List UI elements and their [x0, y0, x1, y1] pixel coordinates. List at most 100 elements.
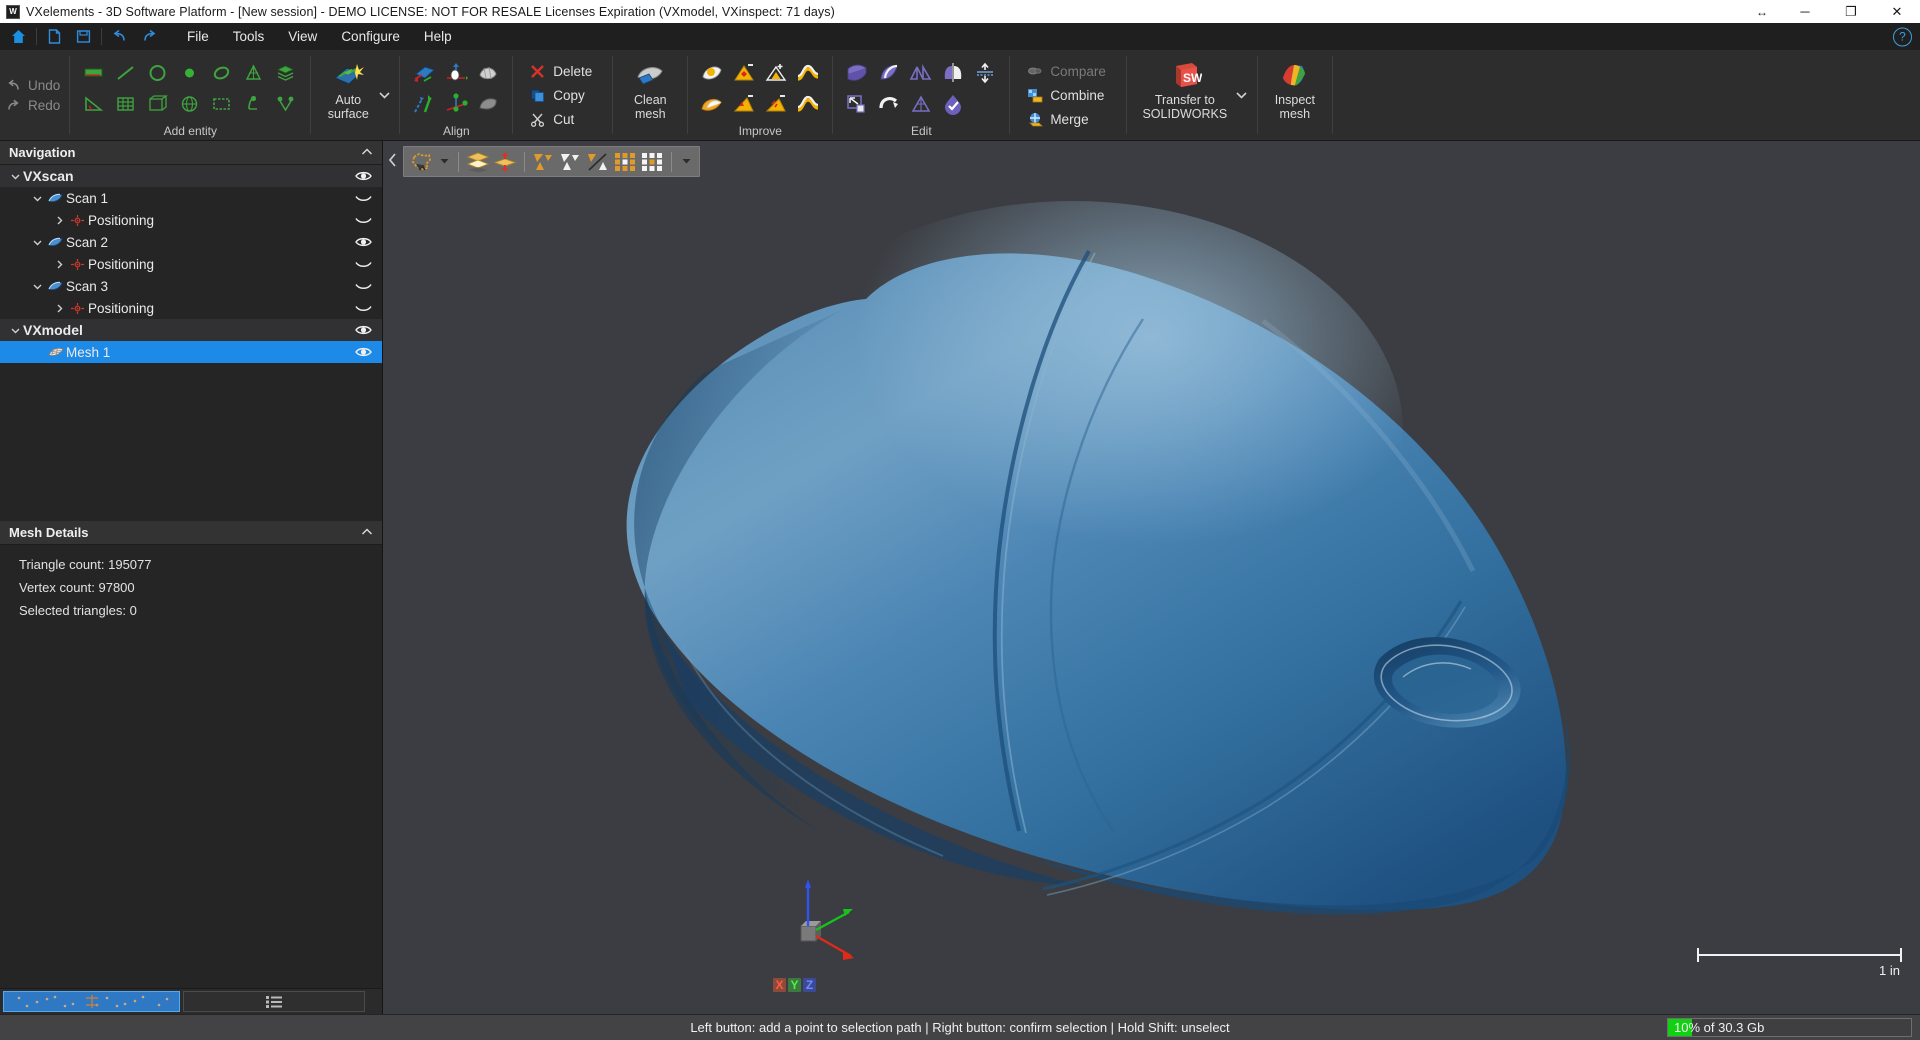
plane-entity-icon[interactable] — [78, 58, 110, 88]
preset-align-icon[interactable] — [472, 89, 504, 119]
tree-item-scan-1[interactable]: Scan 1 — [0, 187, 382, 209]
cone-entity-icon[interactable] — [238, 58, 270, 88]
interactive-align-icon[interactable] — [440, 58, 472, 88]
inspect-mesh-button[interactable]: Inspect mesh — [1266, 53, 1324, 137]
through-selection-button[interactable] — [492, 149, 518, 175]
eye-hidden-icon[interactable] — [352, 280, 374, 292]
close-button[interactable]: ✕ — [1874, 0, 1920, 23]
best-fit-align-icon[interactable] — [408, 58, 440, 88]
navigation-tree[interactable]: VXscanScan 1PositioningScan 2Positioning… — [0, 165, 382, 521]
mirror-icon[interactable] — [937, 58, 969, 88]
offset-surface-icon[interactable] — [873, 58, 905, 88]
bend-icon[interactable] — [873, 89, 905, 119]
delete-button[interactable]: Delete — [525, 61, 596, 82]
menu-help[interactable]: Help — [412, 25, 464, 48]
eye-visible-icon[interactable] — [352, 236, 374, 248]
sphere-entity-icon[interactable] — [174, 89, 206, 119]
redo-button[interactable]: Redo — [5, 98, 60, 113]
layers-entity-icon[interactable] — [270, 58, 302, 88]
decimate-icon[interactable] — [905, 58, 937, 88]
smooth-boundary-icon[interactable] — [792, 58, 824, 88]
cut-button[interactable]: Cut — [525, 109, 596, 130]
eye-visible-icon[interactable] — [352, 170, 374, 182]
chevron-down-icon[interactable] — [29, 238, 45, 247]
eye-hidden-icon[interactable] — [352, 214, 374, 226]
refine-icon[interactable] — [905, 89, 937, 119]
ellipse-entity-icon[interactable] — [206, 58, 238, 88]
invert-selection-button[interactable] — [639, 149, 665, 175]
remove-spikes-icon[interactable] — [728, 89, 760, 119]
chevron-left-icon[interactable] — [386, 150, 399, 170]
validate-icon[interactable] — [937, 89, 969, 119]
entity-list-tab[interactable] — [183, 991, 365, 1012]
menu-view[interactable]: View — [276, 25, 329, 48]
select-region-button[interactable] — [612, 149, 638, 175]
clean-mesh-button[interactable]: Clean mesh — [621, 53, 679, 137]
select-front-button[interactable] — [531, 149, 557, 175]
tree-item-positioning-6[interactable]: Positioning — [0, 297, 382, 319]
tree-item-vxmodel[interactable]: VXmodel — [0, 319, 382, 341]
sharpen-boundary-icon[interactable] — [792, 89, 824, 119]
chevron-down-icon[interactable] — [7, 172, 23, 181]
scan-positioning-tab[interactable] — [3, 991, 180, 1012]
copy-button[interactable]: Copy — [525, 85, 596, 106]
angle-entity-icon[interactable] — [78, 89, 110, 119]
menu-file[interactable]: File — [175, 25, 221, 48]
scale-icon[interactable] — [841, 89, 873, 119]
auto-surface-button[interactable]: Auto surface — [319, 53, 377, 137]
point-entity-icon[interactable] — [174, 58, 206, 88]
new-document-icon[interactable] — [40, 24, 69, 50]
tree-item-vxscan[interactable]: VXscan — [0, 165, 382, 187]
menu-configure[interactable]: Configure — [329, 25, 412, 48]
cylinder-entity-icon[interactable] — [238, 89, 270, 119]
visible-layers-button[interactable] — [465, 149, 491, 175]
chevron-down-icon[interactable] — [29, 194, 45, 203]
chevron-right-icon[interactable] — [51, 260, 67, 269]
shell-icon[interactable] — [969, 58, 1001, 88]
circle-entity-icon[interactable] — [142, 58, 174, 88]
3d-viewport[interactable]: X Y Z 1 in — [383, 141, 1920, 1014]
tree-item-mesh-1[interactable]: Mesh 1 — [0, 341, 382, 363]
minimize-button[interactable]: ─ — [1782, 0, 1828, 23]
bridge-icon[interactable] — [696, 89, 728, 119]
merge-button[interactable]: Merge — [1022, 109, 1110, 130]
undo-button[interactable]: Undo — [5, 78, 60, 93]
line-entity-icon[interactable] — [110, 58, 142, 88]
home-icon[interactable] — [4, 24, 33, 50]
navigation-panel-header[interactable]: Navigation — [0, 141, 382, 165]
transfer-dropdown[interactable] — [1235, 53, 1249, 137]
menu-tools[interactable]: Tools — [221, 25, 277, 48]
combine-button[interactable]: Combine — [1022, 85, 1110, 106]
surface-align-icon[interactable] — [472, 58, 504, 88]
eye-visible-icon[interactable] — [352, 324, 374, 336]
axis-align-icon[interactable] — [408, 89, 440, 119]
undo-arrow-icon[interactable] — [105, 24, 134, 50]
mesh-render[interactable] — [383, 141, 1920, 1014]
eye-hidden-icon[interactable] — [352, 258, 374, 270]
remove-peaks-icon[interactable] — [728, 58, 760, 88]
viewport-toolbar-more[interactable] — [678, 149, 694, 175]
auto-surface-dropdown[interactable] — [377, 53, 391, 137]
distance-entity-icon[interactable] — [270, 89, 302, 119]
eye-hidden-icon[interactable] — [352, 302, 374, 314]
transfer-to-solidworks-button[interactable]: SW Transfer to SOLIDWORKS — [1135, 53, 1235, 137]
chevron-down-icon[interactable] — [29, 282, 45, 291]
compare-button[interactable]: Compare — [1022, 61, 1110, 82]
maximize-button[interactable]: ❐ — [1828, 0, 1874, 23]
box-entity-icon[interactable] — [142, 89, 174, 119]
grid-surface-icon[interactable] — [110, 89, 142, 119]
tree-item-scan-3[interactable]: Scan 3 — [0, 275, 382, 297]
resize-window-button[interactable]: ↔ — [1742, 0, 1782, 23]
tree-item-positioning-4[interactable]: Positioning — [0, 253, 382, 275]
extrude-icon[interactable] — [841, 58, 873, 88]
redo-arrow-icon[interactable] — [134, 24, 163, 50]
tree-item-positioning-2[interactable]: Positioning — [0, 209, 382, 231]
chevron-up-icon[interactable] — [361, 147, 373, 159]
select-back-button[interactable] — [558, 149, 584, 175]
rectangle-entity-icon[interactable] — [206, 89, 238, 119]
save-icon[interactable] — [69, 24, 98, 50]
free-selection-button[interactable] — [409, 149, 435, 175]
tree-item-scan-2[interactable]: Scan 2 — [0, 231, 382, 253]
eye-hidden-icon[interactable] — [352, 192, 374, 204]
chevron-down-icon[interactable] — [7, 326, 23, 335]
